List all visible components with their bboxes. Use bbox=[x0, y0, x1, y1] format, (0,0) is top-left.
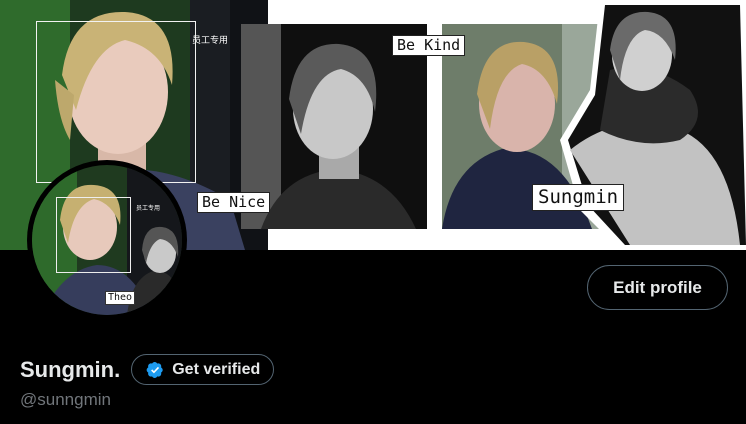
avatar-face-box bbox=[56, 197, 131, 273]
avatar-tag-theo: Theo bbox=[105, 291, 136, 305]
profile-name-row: Sungmin. Get verified bbox=[20, 354, 275, 385]
face-detect-box bbox=[36, 21, 196, 183]
banner-tag-be-nice: Be Nice bbox=[197, 192, 271, 213]
avatar-image: 员工专用 Theo bbox=[32, 165, 182, 315]
banner-tag-be-kind: Be Kind bbox=[392, 35, 466, 56]
banner-tag-sungmin: Sungmin bbox=[532, 184, 625, 211]
verified-badge-icon bbox=[146, 361, 164, 379]
get-verified-button[interactable]: Get verified bbox=[131, 354, 275, 385]
profile-avatar[interactable]: 员工专用 Theo bbox=[27, 160, 187, 320]
banner-photo-4 bbox=[560, 0, 746, 250]
display-name: Sungmin. bbox=[20, 356, 121, 382]
get-verified-label: Get verified bbox=[172, 360, 261, 378]
user-handle: @sunngmin bbox=[20, 390, 111, 409]
avatar-wall-sign: 员工专用 bbox=[136, 205, 161, 212]
edit-profile-button[interactable]: Edit profile bbox=[587, 265, 728, 310]
wall-sign: 员工专用 bbox=[192, 36, 229, 46]
